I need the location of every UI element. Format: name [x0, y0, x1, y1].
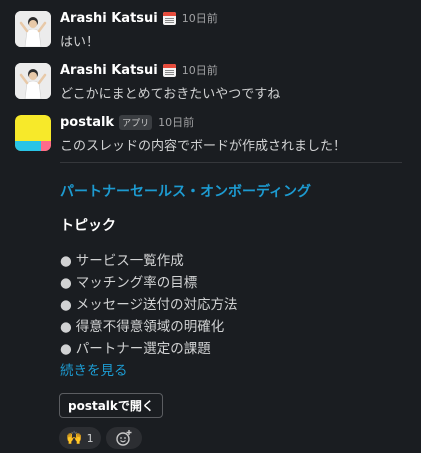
timestamp[interactable]: 10日前	[182, 10, 218, 26]
calendar-icon	[162, 11, 176, 25]
list-item: ● パートナー選定の課題	[60, 341, 211, 357]
list-item: ● 得意不得意領域の明確化	[60, 319, 225, 335]
timestamp[interactable]: 10日前	[182, 62, 218, 78]
person-avatar-icon	[15, 11, 51, 47]
add-reaction-button[interactable]	[106, 427, 142, 449]
list-item: ● マッチング率の目標	[60, 275, 198, 291]
timestamp[interactable]: 10日前	[158, 114, 194, 130]
bullet-icon: ●	[60, 319, 72, 335]
app-name[interactable]: postalk	[60, 115, 114, 130]
author-name[interactable]: Arashi Katsui	[60, 63, 158, 78]
user-avatar[interactable]	[15, 63, 51, 99]
open-in-postalk-button[interactable]: postalkで開く	[59, 393, 163, 418]
reaction-count: 1	[86, 431, 94, 445]
board-title-link[interactable]: パートナーセールス・オンボーディング	[60, 181, 311, 201]
user-avatar[interactable]	[15, 11, 51, 47]
raised-hands-icon: 🙌	[66, 430, 83, 446]
show-more-link[interactable]: 続きを見る	[60, 359, 128, 379]
add-emoji-icon	[116, 430, 132, 446]
postalk-logo-icon	[15, 115, 51, 151]
message-meta: postalk アプリ 10日前	[60, 113, 194, 131]
list-item: ● サービス一覧作成	[60, 253, 184, 269]
app-badge: アプリ	[119, 114, 153, 130]
divider	[60, 162, 402, 163]
app-avatar[interactable]	[15, 115, 51, 151]
bullet-icon: ●	[60, 253, 72, 269]
list-item: ● メッセージ送付の対応方法	[60, 297, 238, 313]
calendar-icon	[162, 63, 176, 77]
bullet-icon: ●	[60, 275, 72, 291]
message-text: はい！	[60, 35, 100, 50]
bullet-icon: ●	[60, 297, 72, 313]
message-meta: Arashi Katsui 10日前	[60, 61, 218, 79]
reaction-pill[interactable]: 🙌 1	[59, 427, 101, 449]
message-text: このスレッドの内容でボードが作成されました！	[60, 139, 347, 154]
message-text: どこかにまとめておきたいやつですね	[60, 87, 281, 102]
section-title: トピック	[60, 218, 116, 234]
bullet-icon: ●	[60, 341, 72, 357]
author-name[interactable]: Arashi Katsui	[60, 11, 158, 26]
person-avatar-icon	[15, 63, 51, 99]
message-meta: Arashi Katsui 10日前	[60, 9, 218, 27]
